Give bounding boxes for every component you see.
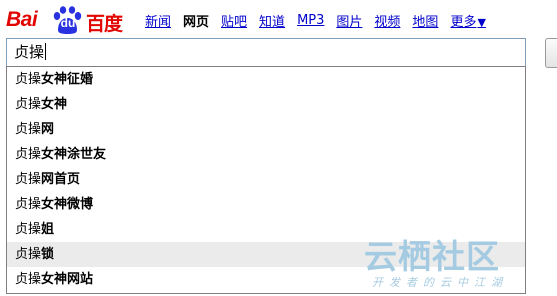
suggestion-query: 贞操 (15, 147, 42, 162)
logo-bai-text: Bai (6, 8, 38, 31)
triangle-down-icon: ▼ (477, 15, 486, 29)
suggestion-query: 贞操 (15, 97, 42, 112)
search-input-value: 贞操 (14, 43, 45, 61)
suggestion-query: 贞操 (15, 272, 42, 287)
suggestion-item[interactable]: 贞操锁 (7, 242, 525, 267)
suggestion-item[interactable]: 贞操女神网站 (7, 267, 525, 292)
suggestion-query: 贞操 (15, 247, 42, 262)
nav-item-mp3[interactable]: MP3 (297, 13, 324, 28)
nav-item-video[interactable]: 视频 (374, 11, 400, 30)
suggestion-item[interactable]: 贞操女神 (7, 92, 525, 117)
search-input[interactable]: 贞操 (6, 38, 526, 66)
logo-chinese-text: 百度 (86, 13, 123, 35)
suggestion-item[interactable]: 贞操网 (7, 117, 525, 142)
suggestion-item[interactable]: 贞操网首页 (7, 167, 525, 192)
page: Bai du 百度 新闻 网页 贴吧 知道 MP3 图片 视频 地图 更多▼ 贞… (0, 0, 557, 296)
nav-item-images[interactable]: 图片 (336, 11, 362, 30)
suggestion-completion: 女神微博 (41, 197, 94, 212)
suggestion-item[interactable]: 贞操女神微博 (7, 192, 525, 217)
suggestion-completion: 女神 (41, 97, 68, 112)
baidu-logo[interactable]: Bai du 百度 (6, 6, 136, 35)
search-category-nav: 新闻 网页 贴吧 知道 MP3 图片 视频 地图 更多▼ (145, 11, 498, 30)
suggestion-query: 贞操 (15, 72, 42, 87)
search-button[interactable] (545, 38, 557, 68)
suggestion-item[interactable]: 贞操女神征婚 (7, 67, 525, 92)
nav-item-news[interactable]: 新闻 (145, 11, 171, 30)
suggestion-query: 贞操 (15, 222, 42, 237)
nav-item-tieba[interactable]: 贴吧 (221, 11, 247, 30)
nav-item-web[interactable]: 网页 (183, 11, 209, 30)
suggestion-item[interactable]: 贞操姐 (7, 217, 525, 242)
suggestion-query: 贞操 (15, 197, 42, 212)
suggestion-completion: 女神涂世友 (41, 147, 107, 162)
suggestion-completion: 女神网站 (41, 272, 94, 287)
suggestion-completion: 网首页 (41, 172, 81, 187)
suggestion-completion: 姐 (41, 222, 55, 237)
logo-du-text: du (60, 16, 76, 30)
suggestion-completion: 网 (41, 122, 55, 137)
suggestion-query: 贞操 (15, 172, 42, 187)
nav-item-zhidao[interactable]: 知道 (259, 11, 285, 30)
suggestion-dropdown: 贞操女神征婚 贞操女神 贞操网 贞操女神涂世友 贞操网首页 贞操女神微博 贞操姐… (6, 66, 526, 294)
nav-item-more[interactable]: 更多▼ (450, 11, 485, 30)
suggestion-query: 贞操 (15, 122, 42, 137)
suggestion-completion: 女神征婚 (41, 72, 94, 87)
nav-item-map[interactable]: 地图 (412, 11, 438, 30)
suggestion-item[interactable]: 贞操女神涂世友 (7, 142, 525, 167)
more-label: 更多 (450, 14, 477, 30)
text-caret (45, 43, 47, 60)
suggestion-completion: 锁 (41, 247, 55, 262)
